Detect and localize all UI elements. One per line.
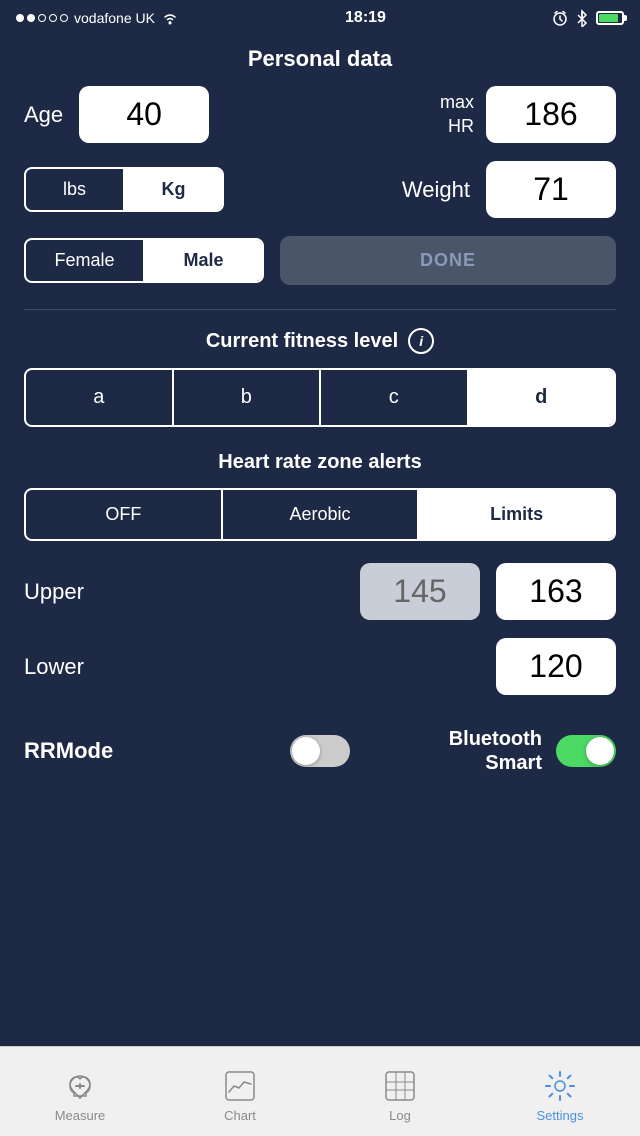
rrmode-toggle[interactable]	[290, 735, 350, 767]
weight-label: Weight	[402, 177, 470, 203]
fitness-level-selector[interactable]: a b c d	[24, 368, 616, 427]
gender-selector[interactable]: Female Male	[24, 238, 264, 283]
age-group: Age 40	[24, 86, 209, 143]
maxhr-input[interactable]: 186	[486, 86, 616, 143]
tab-chart-label: Chart	[224, 1108, 256, 1123]
tab-measure[interactable]: Measure	[0, 1060, 160, 1123]
alert-off[interactable]: OFF	[26, 490, 221, 539]
carrier-label: vodafone UK	[74, 10, 155, 26]
done-button[interactable]: DONE	[280, 236, 616, 285]
bluetooth-toggle[interactable]	[556, 735, 616, 767]
tab-chart[interactable]: Chart	[160, 1060, 320, 1123]
fitness-info-icon[interactable]: i	[408, 328, 434, 354]
status-right	[552, 9, 624, 27]
bluetooth-label: BluetoothSmart	[449, 727, 542, 775]
upper-row: Upper 145 163	[24, 563, 616, 620]
gender-done-row: Female Male DONE	[24, 236, 616, 285]
tab-settings-icon	[542, 1068, 578, 1104]
tab-log-icon	[382, 1068, 418, 1104]
hr-alerts-selector[interactable]: OFF Aerobic Limits	[24, 488, 616, 541]
bluetooth-icon	[576, 9, 588, 27]
tab-settings-label: Settings	[537, 1108, 584, 1123]
tab-chart-icon	[222, 1068, 258, 1104]
rrmode-toggle-knob	[292, 737, 320, 765]
age-maxhr-row: Age 40 maxHR 186	[24, 86, 616, 143]
status-bar: vodafone UK 18:19	[0, 0, 640, 36]
tab-log[interactable]: Log	[320, 1060, 480, 1123]
upper-limits-input[interactable]: 163	[496, 563, 616, 620]
fitness-a[interactable]: a	[26, 370, 172, 425]
tab-measure-label: Measure	[55, 1108, 106, 1123]
unit-lbs[interactable]: lbs	[26, 169, 123, 210]
page-title: Personal data	[0, 36, 640, 86]
hr-alerts-title: Heart rate zone alerts	[24, 451, 616, 474]
weight-input[interactable]: 71	[486, 161, 616, 218]
divider-1	[24, 309, 616, 310]
weight-unit-selector[interactable]: lbs Kg	[24, 167, 224, 212]
alarm-icon	[552, 10, 568, 26]
bluetooth-group: BluetoothSmart	[350, 727, 616, 775]
lower-row: Lower 120	[24, 638, 616, 695]
alert-aerobic[interactable]: Aerobic	[221, 490, 418, 539]
lower-label: Lower	[24, 654, 260, 680]
unit-kg[interactable]: Kg	[123, 169, 222, 210]
wifi-icon	[161, 11, 179, 25]
maxhr-group: maxHR 186	[440, 86, 616, 143]
weight-group: Weight 71	[224, 161, 616, 218]
battery-icon	[596, 11, 624, 25]
content-area: Age 40 maxHR 186 lbs Kg Weight 71 Female…	[0, 86, 640, 789]
signal-icon	[16, 14, 68, 22]
fitness-d[interactable]: d	[467, 370, 615, 425]
tab-log-label: Log	[389, 1108, 411, 1123]
age-input[interactable]: 40	[79, 86, 209, 143]
status-left: vodafone UK	[16, 10, 179, 26]
time-label: 18:19	[345, 9, 386, 27]
tab-settings[interactable]: Settings	[480, 1060, 640, 1123]
fitness-level-title: Current fitness level i	[24, 328, 616, 354]
lower-input[interactable]: 120	[496, 638, 616, 695]
age-label: Age	[24, 102, 63, 128]
tab-bar: Measure Chart Log	[0, 1046, 640, 1136]
gender-male[interactable]: Male	[143, 240, 262, 281]
fitness-b[interactable]: b	[172, 370, 320, 425]
alert-limits[interactable]: Limits	[417, 490, 614, 539]
rrmode-label: RRMode	[24, 738, 290, 764]
bluetooth-toggle-knob	[586, 737, 614, 765]
gender-female[interactable]: Female	[26, 240, 143, 281]
fitness-c[interactable]: c	[319, 370, 467, 425]
rrmode-row: RRMode BluetoothSmart	[24, 713, 616, 789]
upper-aerobic-input[interactable]: 145	[360, 563, 480, 620]
maxhr-label: maxHR	[440, 91, 474, 138]
tab-measure-icon	[62, 1068, 98, 1104]
weight-row: lbs Kg Weight 71	[24, 161, 616, 218]
upper-label: Upper	[24, 579, 360, 605]
